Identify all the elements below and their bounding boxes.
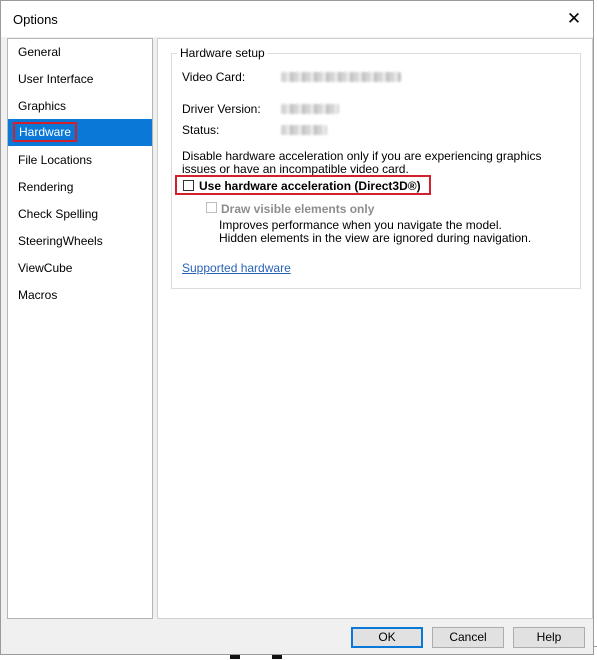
use-hardware-acceleration-checkbox[interactable] (183, 180, 194, 191)
cancel-button[interactable]: Cancel (432, 627, 504, 648)
driver-version-label: Driver Version: (182, 102, 261, 116)
sidebar-item-label: SteeringWheels (18, 234, 103, 248)
video-card-label: Video Card: (182, 70, 246, 84)
video-card-value-redacted (281, 72, 401, 82)
close-button[interactable]: ✕ (561, 6, 587, 32)
options-dialog: Options ✕ General User Interface Graphic… (0, 0, 594, 655)
sidebar-item-general[interactable]: General (8, 39, 152, 66)
use-hardware-acceleration-label[interactable]: Use hardware acceleration (Direct3D®) (199, 179, 421, 193)
sidebar-item-graphics[interactable]: Graphics (8, 93, 152, 120)
dialog-title: Options (13, 12, 58, 27)
supported-hardware-link[interactable]: Supported hardware (182, 261, 291, 275)
sidebar-item-user-interface[interactable]: User Interface (8, 66, 152, 93)
sidebar-item-label: Rendering (18, 180, 74, 194)
help-button[interactable]: Help (513, 627, 585, 648)
sidebar-item-label: Check Spelling (18, 207, 99, 221)
sidebar-item-viewcube[interactable]: ViewCube (8, 255, 152, 282)
sidebar-item-label: Macros (18, 288, 58, 302)
sidebar-item-label: Graphics (18, 99, 67, 113)
ok-button[interactable]: OK (351, 627, 423, 648)
driver-version-value-redacted (281, 104, 339, 114)
sidebar-item-rendering[interactable]: Rendering (8, 174, 152, 201)
sidebar-item-hardware[interactable]: Hardware (8, 119, 152, 146)
status-label: Status: (182, 123, 220, 137)
group-title: Hardware setup (177, 46, 268, 60)
options-category-list: General User Interface Graphics Hardware… (7, 38, 153, 619)
hardware-acceleration-note: Disable hardware acceleration only if yo… (182, 149, 542, 176)
hardware-settings-panel: Hardware setup Video Card: Driver Versio… (157, 38, 593, 619)
status-value-redacted (281, 125, 327, 135)
title-bar: Options ✕ (1, 1, 593, 37)
sidebar-item-label: ViewCube (18, 261, 73, 275)
sidebar-item-label: User Interface (18, 72, 94, 86)
sidebar-item-macros[interactable]: Macros (8, 282, 152, 309)
sidebar-item-label: Hardware (13, 122, 78, 142)
draw-visible-elements-checkbox[interactable] (206, 202, 217, 213)
sidebar-item-file-locations[interactable]: File Locations (8, 147, 152, 174)
sidebar-item-label: File Locations (18, 153, 93, 167)
sidebar-item-label: General (18, 45, 61, 59)
hardware-setup-group: Hardware setup Video Card: Driver Versio… (171, 46, 581, 289)
sidebar-item-steeringwheels[interactable]: SteeringWheels (8, 228, 152, 255)
draw-visible-elements-label: Draw visible elements only (221, 202, 375, 216)
draw-visible-elements-description: Improves performance when you navigate t… (219, 218, 532, 245)
close-icon: ✕ (566, 9, 582, 28)
sidebar-item-check-spelling[interactable]: Check Spelling (8, 201, 152, 228)
